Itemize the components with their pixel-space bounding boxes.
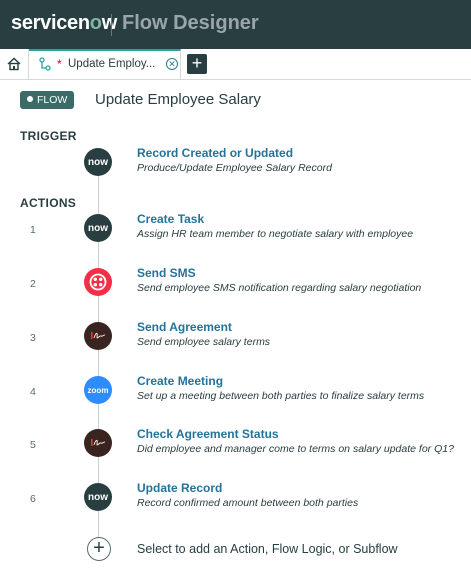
header-divider <box>111 14 112 36</box>
add-step-label[interactable]: Select to add an Action, Flow Logic, or … <box>137 542 398 556</box>
action-number: 6 <box>30 493 36 505</box>
trigger-title[interactable]: Record Created or Updated <box>137 146 293 160</box>
action-description: Send employee SMS notification regarding… <box>137 282 422 294</box>
home-icon <box>7 57 21 71</box>
add-step-plus-icon[interactable]: + <box>87 537 111 561</box>
action-title[interactable]: Create Task <box>137 212 204 226</box>
badge-dot-icon <box>27 96 33 102</box>
action-step[interactable]: 2 Send SMS Send employee SMS notificatio… <box>0 264 471 304</box>
action-title[interactable]: Send Agreement <box>137 320 232 334</box>
action-title[interactable]: Send SMS <box>137 266 196 280</box>
trigger-description: Produce/Update Employee Salary Record <box>137 162 332 174</box>
action-title[interactable]: Update Record <box>137 481 222 495</box>
trigger-section-label: TRIGGER <box>20 129 77 143</box>
action-description: Set up a meeting between both parties to… <box>137 390 425 402</box>
actions-section-label: ACTIONS <box>20 196 77 210</box>
action-description: Record confirmed amount between both par… <box>137 497 359 509</box>
action-number: 5 <box>30 439 36 451</box>
zoom-icon: zoom <box>84 376 112 404</box>
servicenow-now-icon: now <box>84 148 112 176</box>
action-description: Assign HR team member to negotiate salar… <box>137 228 414 240</box>
action-step[interactable]: 5 Check Agreement Status Did employee an… <box>0 425 471 465</box>
action-title[interactable]: Create Meeting <box>137 374 223 388</box>
flow-title[interactable]: Update Employee Salary <box>95 91 261 108</box>
action-description: Did employee and manager come to terms o… <box>137 443 454 455</box>
home-button[interactable] <box>0 49 29 79</box>
flow-type-badge: FLOW <box>20 91 75 109</box>
flow-icon <box>39 57 51 71</box>
close-tab-icon[interactable]: ✕ <box>166 58 178 70</box>
docusign-signature-icon <box>84 322 112 350</box>
servicenow-now-icon: now <box>84 214 112 242</box>
action-step[interactable]: 4 zoom Create Meeting Set up a meeting b… <box>0 372 471 412</box>
tab-bar: * Update Employ... ✕ + <box>0 49 471 80</box>
servicenow-logo[interactable]: servicenow <box>11 12 117 35</box>
app-title: Flow Designer <box>122 12 259 34</box>
docusign-signature-icon <box>84 429 112 457</box>
action-number: 1 <box>30 224 36 236</box>
add-tab-button[interactable]: + <box>187 54 207 74</box>
tab-label: Update Employ... <box>68 58 156 70</box>
action-number: 3 <box>30 332 36 344</box>
action-description: Send employee salary terms <box>137 336 271 348</box>
twilio-icon <box>84 268 112 296</box>
unsaved-marker: * <box>57 57 62 71</box>
app-header: servicenow Flow Designer <box>0 0 471 49</box>
add-step-row[interactable]: + Select to add an Action, Flow Logic, o… <box>0 537 471 567</box>
action-title[interactable]: Check Agreement Status <box>137 427 279 441</box>
tab-update-employee-salary[interactable]: * Update Employ... ✕ <box>29 49 181 79</box>
action-step[interactable]: 6 now Update Record Record confirmed amo… <box>0 479 471 519</box>
trigger-step[interactable]: now Record Created or Updated Produce/Up… <box>0 144 471 184</box>
action-step[interactable]: 1 now Create Task Assign HR team member … <box>0 210 471 250</box>
action-step[interactable]: 3 Send Agreement Send employee salary te… <box>0 318 471 358</box>
servicenow-now-icon: now <box>84 483 112 511</box>
action-number: 4 <box>30 386 36 398</box>
action-number: 2 <box>30 278 36 290</box>
